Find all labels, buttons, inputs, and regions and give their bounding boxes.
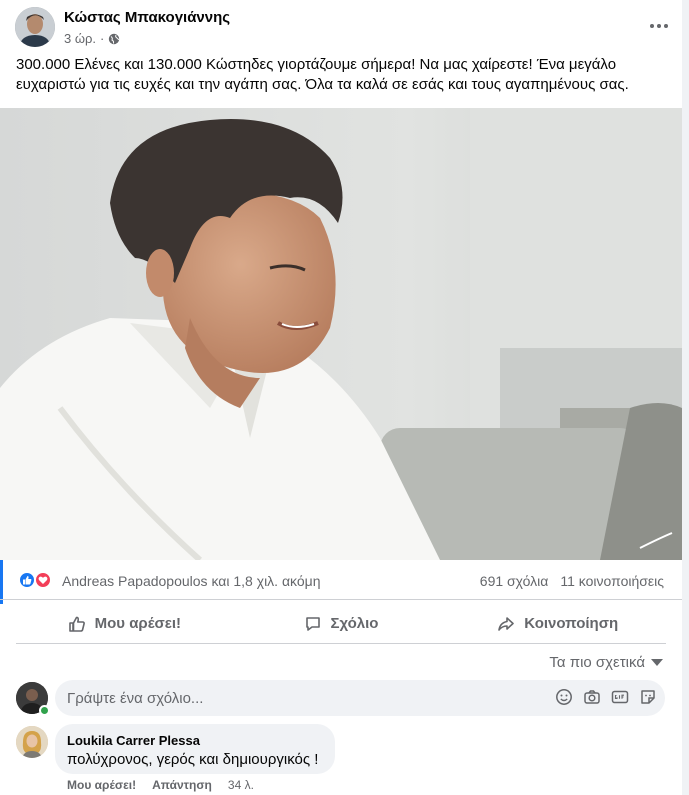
gif-icon[interactable] (611, 688, 629, 706)
comment-button[interactable]: Σχόλιο (233, 604, 450, 643)
comment-input[interactable] (67, 688, 537, 708)
comment-composer[interactable] (55, 680, 665, 716)
post-meta: 3 ώρ. · (64, 31, 120, 46)
post-actions: Μου αρέσει! Σχόλιο Κοινοποίηση (16, 604, 666, 644)
like-label: Μου αρέσει! (94, 615, 182, 632)
sticker-icon[interactable] (639, 688, 657, 706)
globe-icon (108, 33, 120, 45)
comment-author[interactable]: Loukila Carrer Plessa (67, 733, 200, 748)
reactions-summary[interactable]: Andreas Papadopoulos και 1,8 χιλ. ακόμη (62, 573, 321, 589)
comment-sort-dropdown[interactable]: Τα πιο σχετικά (549, 654, 663, 671)
like-button[interactable]: Μου αρέσει! (16, 604, 233, 643)
share-count[interactable]: 11 κοινοποιήσεις (560, 573, 664, 589)
share-icon (497, 615, 515, 633)
online-status-indicator (39, 705, 50, 716)
comment-text: πολύχρονος, γερός και δημιουργικός ! (67, 751, 319, 768)
comment-reply-link[interactable]: Απάντηση (152, 778, 212, 792)
comment-label: Σχόλιο (330, 615, 379, 632)
love-reaction-icon (34, 571, 52, 589)
share-button[interactable]: Κοινοποίηση (449, 604, 666, 643)
reaction-icons[interactable] (18, 571, 58, 591)
comment-count[interactable]: 691 σχόλια (480, 573, 549, 589)
camera-icon[interactable] (583, 688, 601, 706)
sort-label: Τα πιο σχετικά (549, 654, 645, 671)
emoji-icon[interactable] (555, 688, 573, 706)
comment-time[interactable]: 34 λ. (228, 778, 254, 792)
commenter-avatar[interactable] (16, 726, 48, 758)
comment-like-link[interactable]: Μου αρέσει! (67, 778, 136, 792)
share-label: Κοινοποίηση (524, 615, 619, 632)
thumbs-up-icon (68, 615, 86, 633)
post-stats: 691 σχόλια 11 κοινοποιήσεις (480, 573, 664, 589)
chevron-down-icon (651, 659, 663, 666)
post-photo[interactable] (0, 108, 682, 560)
comment-icon (304, 615, 322, 633)
author-avatar[interactable] (15, 7, 55, 47)
post-time[interactable]: 3 ώρ. (64, 31, 96, 46)
scrollbar-track[interactable] (682, 0, 689, 795)
post-header: Κώστας Μπακογιάννης 3 ώρ. · (0, 0, 689, 52)
composer-tools (555, 688, 657, 706)
comment-bubble: Loukila Carrer Plessa πολύχρονος, γερός … (55, 724, 335, 774)
comment-actions: Μου αρέσει! Απάντηση 34 λ. (67, 778, 254, 792)
post-text: 300.000 Ελένες και 130.000 Κώστηδες γιορ… (16, 56, 629, 93)
author-name[interactable]: Κώστας Μπακογιάννης (64, 9, 230, 26)
meta-separator: · (100, 31, 105, 46)
reactions-bar: Andreas Papadopoulos και 1,8 χιλ. ακόμη … (0, 560, 682, 600)
more-options-icon[interactable] (645, 12, 673, 40)
